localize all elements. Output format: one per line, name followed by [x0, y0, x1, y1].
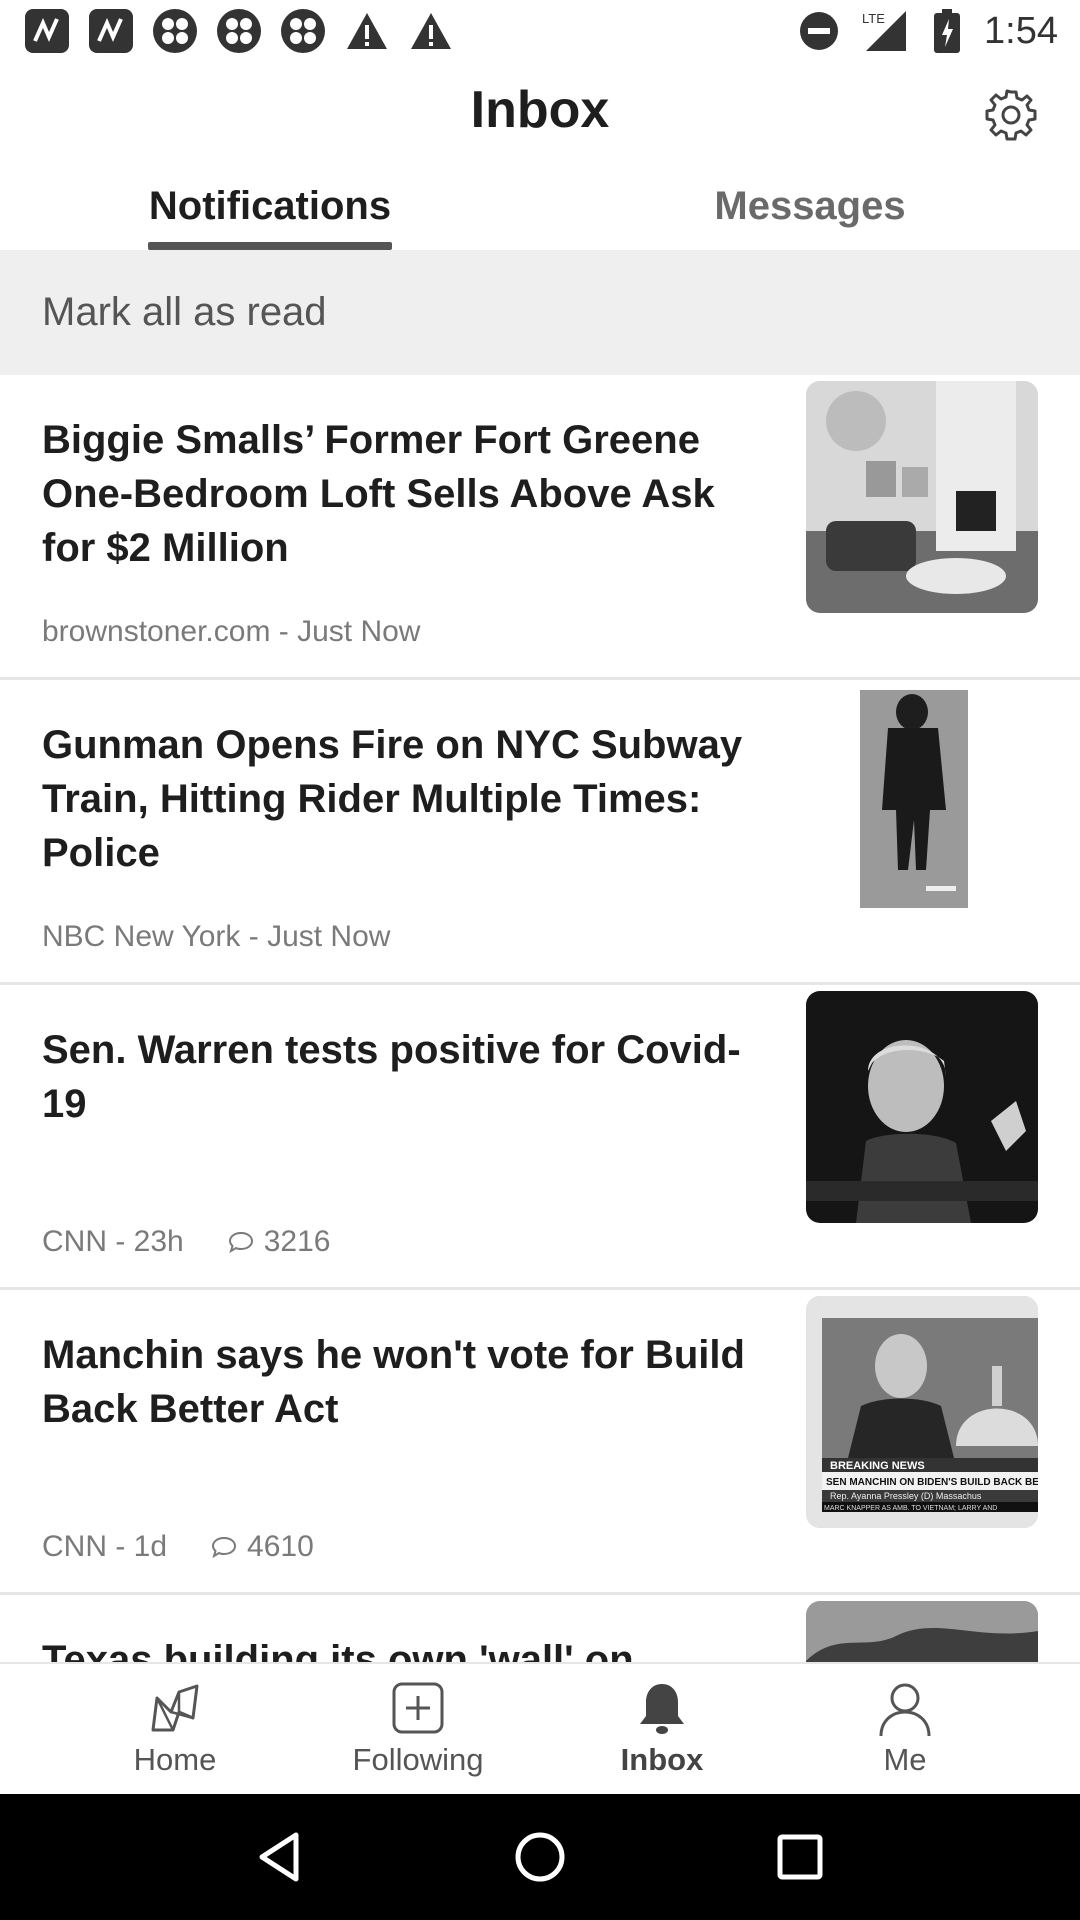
person-icon	[879, 1683, 931, 1737]
source-time: brownstoner.com - Just Now	[42, 615, 421, 648]
system-navigation-bar	[0, 1794, 1080, 1920]
settings-button[interactable]	[984, 88, 1038, 142]
warning-icon	[344, 8, 390, 54]
headline: Texas building its own 'wall' on Mexico	[42, 1638, 634, 1662]
source-time: CNN - 23h	[42, 1225, 184, 1258]
tab-label: Messages	[714, 184, 906, 228]
svg-text:SEN MANCHIN ON BIDEN'S BUILD B: SEN MANCHIN ON BIDEN'S BUILD BACK BET	[826, 1477, 1038, 1488]
headline: Sen. Warren tests positive for Covid-19	[42, 1028, 741, 1126]
active-tab-indicator	[148, 242, 392, 250]
clock: 1:54	[984, 9, 1058, 52]
home-circle-icon[interactable]	[510, 1827, 570, 1887]
svg-text:MARC KNAPPER AS AMB. TO VIETNA: MARC KNAPPER AS AMB. TO VIETNAM; LARRY A…	[824, 1505, 997, 1512]
nav-home[interactable]: Home	[75, 1678, 275, 1788]
clover-icon	[152, 8, 198, 54]
article-thumbnail: BREAKING NEWS SEN MANCHIN ON BIDEN'S BUI…	[806, 1296, 1038, 1528]
page-title: Inbox	[470, 81, 610, 139]
app-icon	[24, 8, 70, 54]
source-time: NBC New York - Just Now	[42, 920, 391, 953]
tab-notifications[interactable]: Notifications	[148, 178, 392, 250]
back-icon[interactable]	[250, 1827, 310, 1887]
battery-icon	[932, 8, 962, 54]
comment-count-value: 4610	[247, 1530, 314, 1563]
svg-text:BREAKING NEWS: BREAKING NEWS	[830, 1460, 925, 1472]
list-item[interactable]: Sen. Warren tests positive for Covid-19 …	[0, 985, 1080, 1290]
list-item[interactable]: Texas building its own 'wall' on Mexico	[0, 1595, 1080, 1662]
warning-icon	[408, 8, 454, 54]
clover-icon	[216, 8, 262, 54]
comment-count[interactable]: 4610	[211, 1530, 314, 1564]
list-item[interactable]: Biggie Smalls’ Former Fort Greene One-Be…	[0, 375, 1080, 680]
bell-icon	[640, 1684, 684, 1734]
nav-label: Me	[883, 1742, 927, 1777]
item-meta: brownstoner.com - Just Now	[42, 615, 420, 649]
signal-icon: LTE	[860, 8, 914, 54]
plus-square-icon	[392, 1682, 444, 1734]
tab-label: Notifications	[148, 184, 392, 228]
mark-all-read-button[interactable]: Mark all as read	[0, 250, 1080, 375]
nav-label: Following	[352, 1742, 484, 1777]
item-meta: NBC New York - Just Now	[42, 920, 390, 954]
list-item[interactable]: Gunman Opens Fire on NYC Subway Train, H…	[0, 680, 1080, 985]
comment-count[interactable]: 3216	[228, 1225, 331, 1259]
article-thumbnail	[806, 991, 1038, 1223]
nav-following[interactable]: Following	[318, 1678, 518, 1788]
article-thumbnail	[806, 1601, 1038, 1662]
bottom-navigation: Home Following Inbox Me	[0, 1662, 1080, 1794]
nav-label: Inbox	[620, 1742, 704, 1777]
list-item[interactable]: Manchin says he won't vote for Build Bac…	[0, 1290, 1080, 1595]
nav-inbox[interactable]: Inbox	[562, 1678, 762, 1788]
recents-icon[interactable]	[770, 1827, 830, 1887]
header: Inbox	[0, 62, 1080, 162]
tab-messages[interactable]: Messages	[700, 178, 920, 250]
do-not-disturb-icon	[796, 8, 842, 54]
clover-icon	[280, 8, 326, 54]
svg-text:Rep. Ayanna Pressley (D) Mas: Rep. Ayanna Pressley (D) Massachus	[830, 1491, 982, 1501]
system-status: LTE 1:54	[796, 8, 1058, 54]
headline: Biggie Smalls’ Former Fort Greene One-Be…	[42, 418, 715, 570]
headline: Manchin says he won't vote for Build Bac…	[42, 1333, 745, 1431]
inbox-tabs: Notifications Messages	[0, 178, 1080, 250]
item-meta: CNN - 1d 4610	[42, 1530, 314, 1564]
headline: Gunman Opens Fire on NYC Subway Train, H…	[42, 723, 743, 875]
article-thumbnail	[806, 381, 1038, 613]
nav-label: Home	[133, 1742, 217, 1777]
source-time: CNN - 1d	[42, 1530, 168, 1563]
notification-feed[interactable]: Biggie Smalls’ Former Fort Greene One-Be…	[0, 375, 1080, 1662]
nav-me[interactable]: Me	[805, 1678, 1005, 1788]
item-meta: CNN - 23h 3216	[42, 1225, 330, 1259]
home-icon	[151, 1684, 199, 1732]
comment-count-value: 3216	[263, 1225, 331, 1258]
notification-icons	[24, 8, 454, 54]
comment-icon	[212, 1536, 237, 1559]
article-thumbnail	[860, 690, 968, 908]
comment-icon	[228, 1231, 253, 1254]
status-bar: LTE 1:54	[0, 0, 1080, 62]
app-icon	[88, 8, 134, 54]
svg-text:LTE: LTE	[862, 11, 885, 26]
gear-icon	[985, 89, 1037, 141]
